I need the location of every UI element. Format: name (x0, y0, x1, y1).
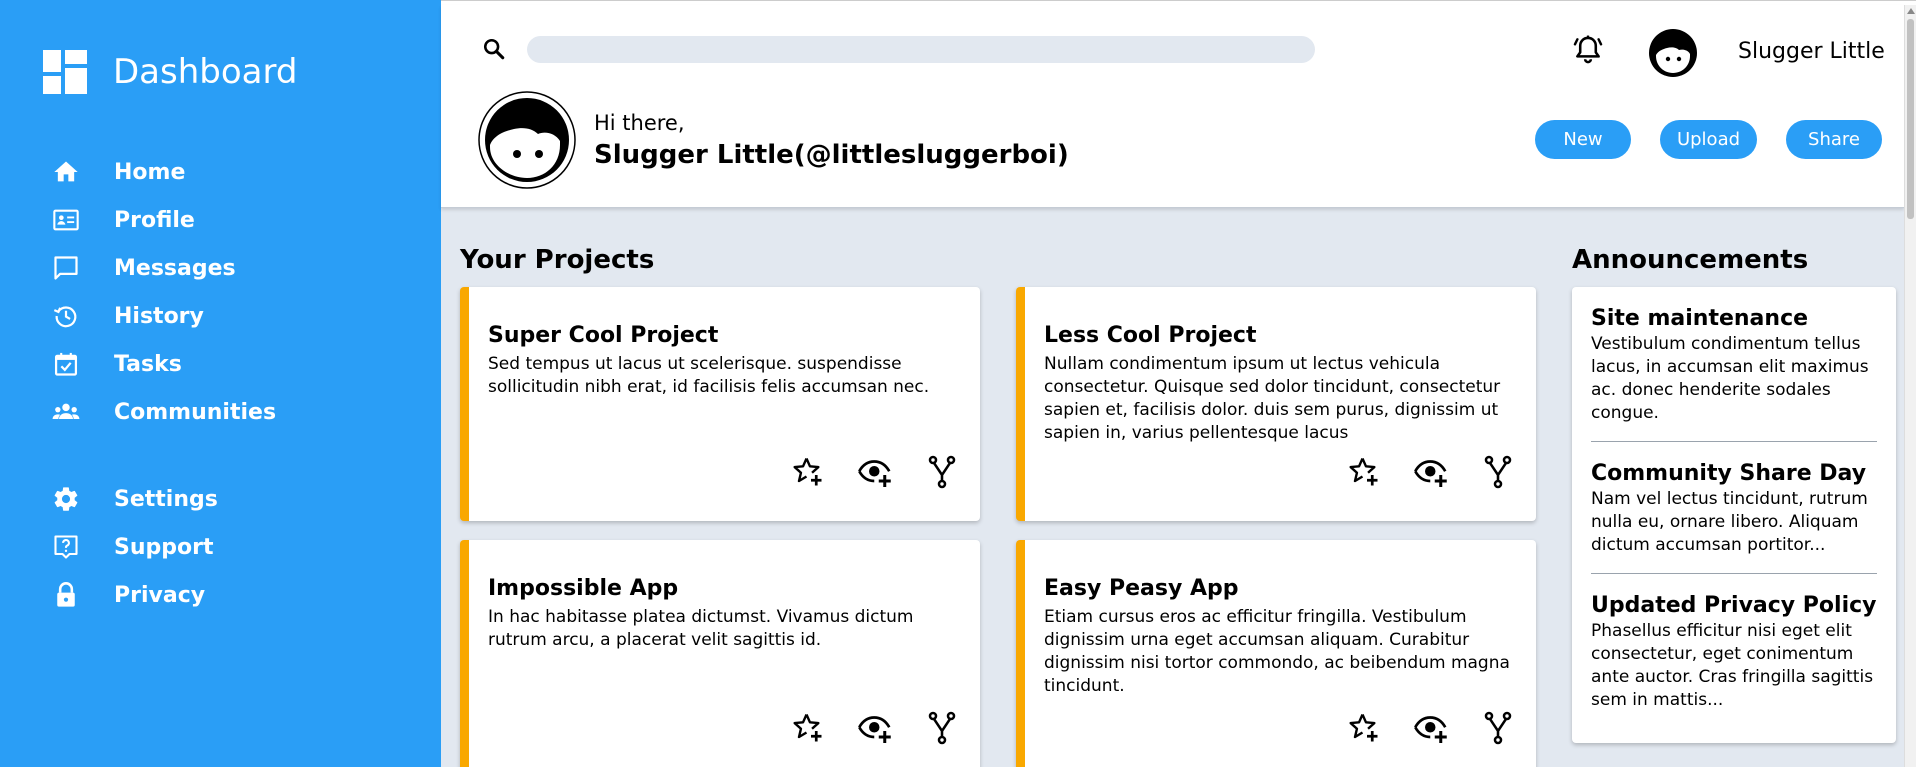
people-icon (51, 397, 81, 427)
sidebar-item-label: Communities (114, 399, 277, 425)
user-avatar[interactable] (1648, 28, 1698, 78)
watch-add-icon[interactable] (1413, 710, 1449, 746)
announcement-item[interactable]: Site maintenance Vestibulum condimentum … (1591, 305, 1877, 441)
announcement-text: Phasellus efficitur nisi eget elit conse… (1591, 621, 1874, 710)
scroll-up-arrow-icon[interactable] (1907, 8, 1915, 14)
watch-add-icon[interactable] (857, 710, 893, 746)
project-title: Less Cool Project (1044, 323, 1257, 348)
sidebar-item-messages[interactable]: Messages (0, 244, 441, 292)
announcement-title: Community Share Day (1591, 461, 1867, 486)
project-actions (1346, 454, 1516, 490)
star-add-icon[interactable] (790, 710, 826, 746)
project-card[interactable]: Easy Peasy App Etiam cursus eros ac effi… (1016, 540, 1536, 767)
star-add-icon[interactable] (1346, 454, 1382, 490)
sidebar-item-label: Home (114, 159, 186, 185)
sidebar-item-tasks[interactable]: Tasks (0, 340, 441, 388)
id-card-icon (51, 205, 81, 235)
star-add-icon[interactable] (1346, 710, 1382, 746)
notification-bell-icon[interactable] (1571, 33, 1605, 67)
project-description: Etiam cursus eros ac efficitur fringilla… (1044, 607, 1510, 696)
header-username[interactable]: Slugger Little (1738, 39, 1885, 64)
project-card[interactable]: Super Cool Project Sed tempus ut lacus u… (460, 287, 980, 521)
brand: Dashboard (43, 50, 297, 94)
announcement-item[interactable]: Updated Privacy Policy Phasellus efficit… (1591, 573, 1877, 728)
scrollbar-thumb[interactable] (1907, 19, 1914, 219)
sidebar-item-label: History (114, 303, 204, 329)
project-description: Sed tempus ut lacus ut scelerisque. susp… (488, 354, 930, 397)
watch-add-icon[interactable] (1413, 454, 1449, 490)
main-nav: Home Profile Messages History Tasks Comm… (0, 148, 441, 436)
sidebar-item-label: Support (114, 534, 214, 560)
sidebar-item-history[interactable]: History (0, 292, 441, 340)
sidebar-item-label: Privacy (114, 582, 206, 608)
search-icon[interactable] (480, 35, 508, 63)
project-description: In hac habitasse platea dictumst. Vivamu… (488, 607, 914, 650)
projects-title: Your Projects (460, 245, 655, 275)
project-description: Nullam condimentum ipsum ut lectus vehic… (1044, 354, 1501, 443)
fork-icon[interactable] (1480, 710, 1516, 746)
sidebar-item-label: Tasks (114, 351, 182, 377)
announcements-panel: Site maintenance Vestibulum condimentum … (1572, 287, 1896, 743)
greeting-text: Hi there, (594, 111, 685, 135)
new-button[interactable]: New (1535, 120, 1631, 159)
project-actions (790, 710, 960, 746)
home-icon (51, 157, 81, 187)
star-add-icon[interactable] (790, 454, 826, 490)
sidebar-item-privacy[interactable]: Privacy (0, 571, 441, 619)
help-icon (51, 532, 81, 562)
gear-icon (51, 484, 81, 514)
announcements-title: Announcements (1572, 245, 1809, 275)
sidebar-item-label: Profile (114, 207, 195, 233)
brand-name: Dashboard (113, 52, 298, 92)
history-icon (51, 301, 81, 331)
calendar-check-icon (51, 349, 81, 379)
share-button[interactable]: Share (1786, 120, 1882, 159)
project-title: Super Cool Project (488, 323, 719, 348)
watch-add-icon[interactable] (857, 454, 893, 490)
announcement-item[interactable]: Community Share Day Nam vel lectus tinci… (1591, 441, 1877, 573)
sidebar-item-label: Settings (114, 486, 218, 512)
announcement-title: Updated Privacy Policy (1591, 593, 1877, 618)
project-title: Easy Peasy App (1044, 576, 1239, 601)
header: Slugger Little Hi there, Slugger Little(… (441, 5, 1904, 208)
fork-icon[interactable] (1480, 454, 1516, 490)
upload-button[interactable]: Upload (1660, 120, 1757, 159)
sidebar-item-settings[interactable]: Settings (0, 475, 441, 523)
project-actions (790, 454, 960, 490)
announcement-title: Site maintenance (1591, 306, 1809, 331)
fork-icon[interactable] (924, 710, 960, 746)
sidebar-item-support[interactable]: Support (0, 523, 441, 571)
message-icon (51, 253, 81, 283)
page-scrollbar[interactable] (1904, 5, 1916, 767)
project-actions (1346, 710, 1516, 746)
project-card[interactable]: Less Cool Project Nullam condimentum ips… (1016, 287, 1536, 521)
fork-icon[interactable] (924, 454, 960, 490)
sidebar-item-profile[interactable]: Profile (0, 196, 441, 244)
lock-icon (51, 580, 81, 610)
sidebar-item-label: Messages (114, 255, 236, 281)
project-card[interactable]: Impossible App In hac habitasse platea d… (460, 540, 980, 767)
secondary-nav: Settings Support Privacy (0, 475, 441, 619)
greeting-username: Slugger Little(@littlesluggerboi) (594, 140, 1069, 170)
project-title: Impossible App (488, 576, 679, 601)
sidebar: Dashboard Home Profile Messages History (0, 0, 441, 767)
search-input[interactable] (527, 36, 1315, 63)
announcement-text: Vestibulum condimentum tellus lacus, in … (1591, 334, 1869, 423)
profile-avatar (478, 91, 576, 189)
announcement-text: Nam vel lectus tincidunt, rutrum nulla e… (1591, 489, 1868, 555)
dashboard-logo-icon (43, 50, 87, 94)
sidebar-item-home[interactable]: Home (0, 148, 441, 196)
sidebar-item-communities[interactable]: Communities (0, 388, 441, 436)
